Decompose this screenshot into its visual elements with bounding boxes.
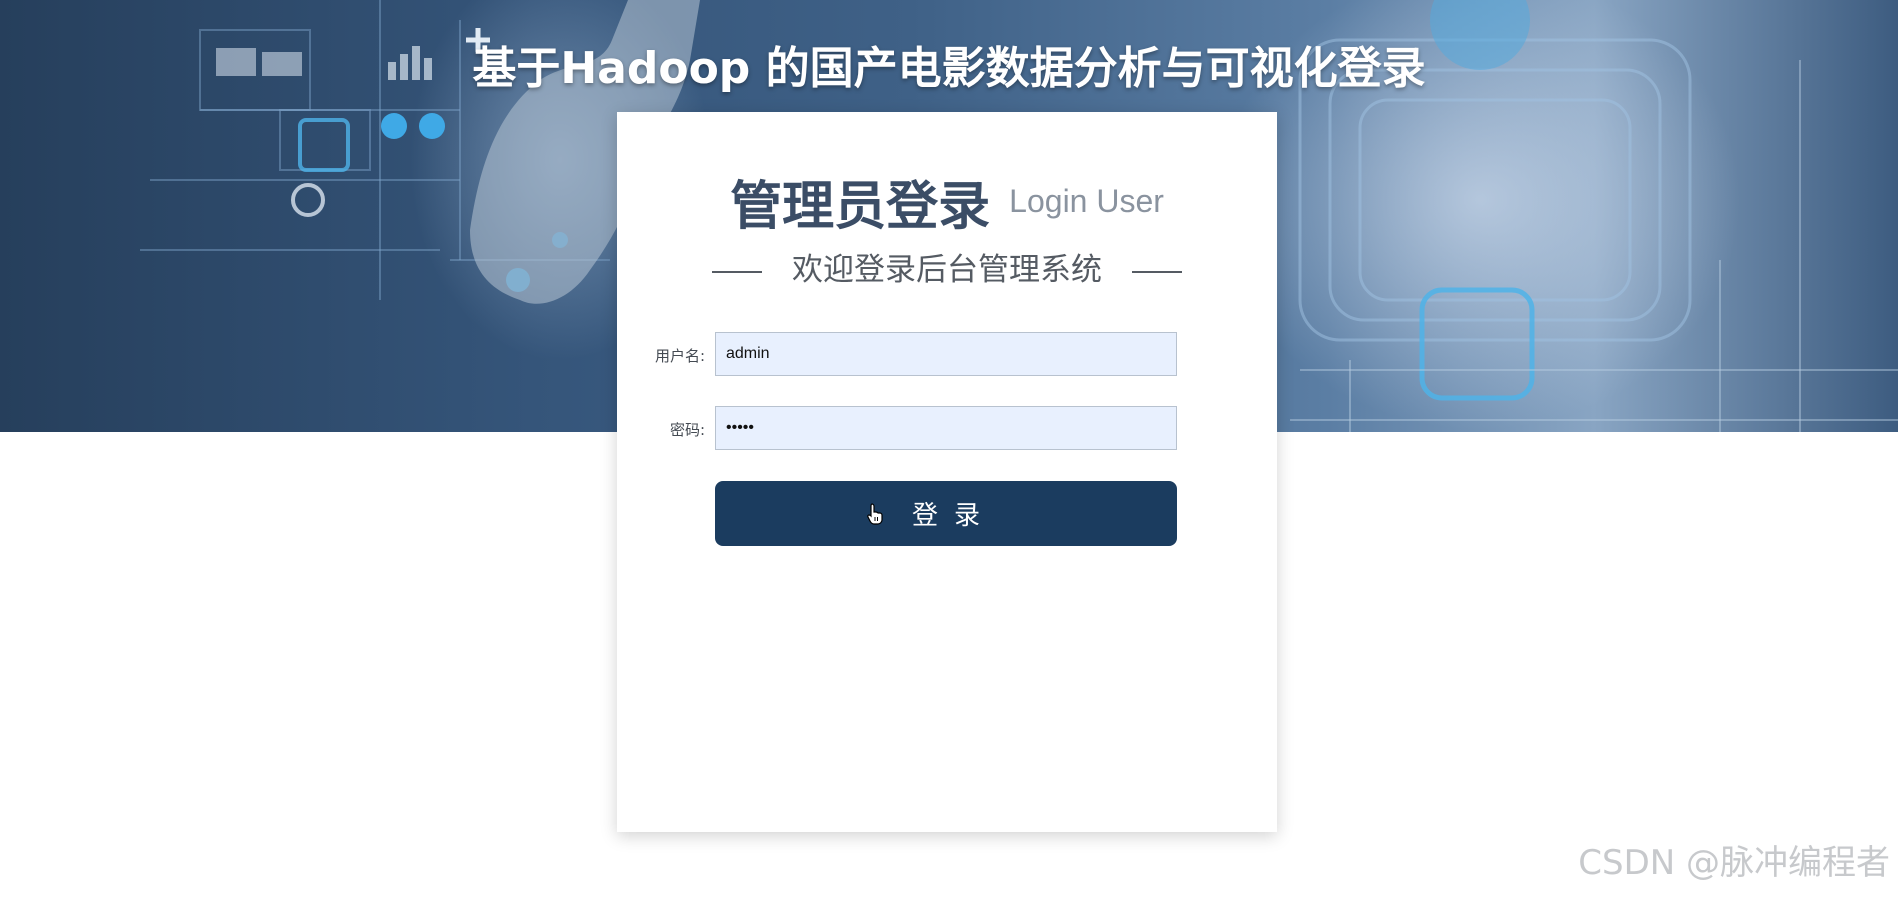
card-title: 管理员登录 [730, 177, 991, 237]
username-input[interactable] [715, 332, 1177, 376]
password-input[interactable] [715, 406, 1177, 450]
site-title: 基于Hadoop 的国产电影数据分析与可视化登录 [472, 43, 1426, 94]
password-label: 密码: [669, 421, 705, 439]
username-label: 用户名: [654, 347, 705, 365]
login-button[interactable]: 登录 [715, 481, 1177, 546]
welcome-text: 欢迎登录后台管理系统 [792, 252, 1102, 288]
welcome-row: 欢迎登录后台管理系统 [617, 244, 1277, 289]
login-card: 管理员登录 Login User 欢迎登录后台管理系统 用户名: 密码: 登录 [617, 112, 1277, 832]
welcome-divider-left [712, 270, 763, 273]
welcome-divider-right [1131, 270, 1182, 273]
card-heading: 管理员登录 Login User [617, 164, 1277, 239]
csdn-watermark: CSDN @脉冲编程者 [1578, 843, 1890, 883]
login-button-label: 登录 [911, 501, 996, 531]
card-subtitle-en: Login User [1009, 183, 1164, 219]
hand-pointer-icon [867, 503, 883, 525]
